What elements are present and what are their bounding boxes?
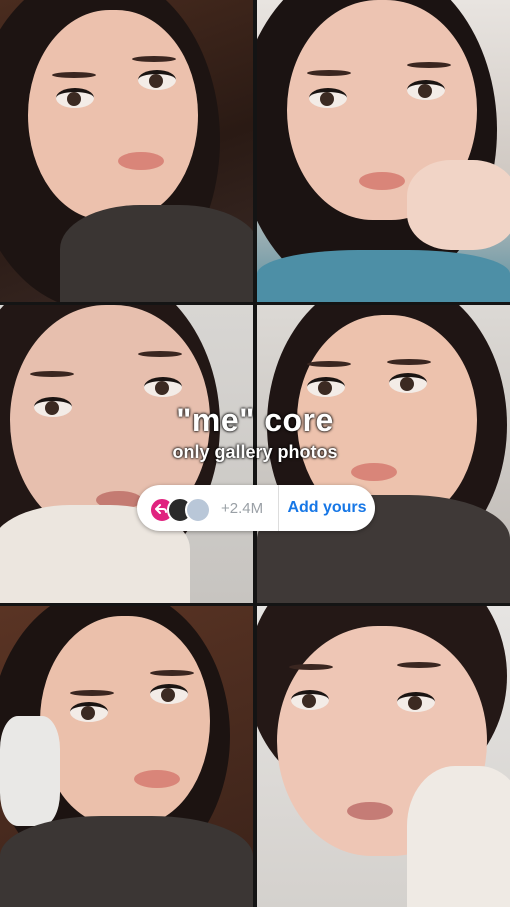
story-canvas: "me" core only gallery photos +2.4M Add … (0, 0, 510, 907)
photo-grid (0, 0, 510, 907)
selfie-photo-3 (0, 305, 253, 603)
selfie-photo-1 (0, 0, 253, 302)
participant-avatar (185, 497, 211, 523)
selfie-photo-4 (257, 305, 510, 603)
add-yours-sticker[interactable]: +2.4M Add yours (137, 485, 375, 531)
add-yours-button[interactable]: Add yours (279, 499, 375, 517)
participant-count: +2.4M (221, 500, 264, 517)
selfie-photo-6 (257, 606, 510, 907)
selfie-photo-2 (257, 0, 510, 302)
selfie-photo-5 (0, 606, 253, 907)
